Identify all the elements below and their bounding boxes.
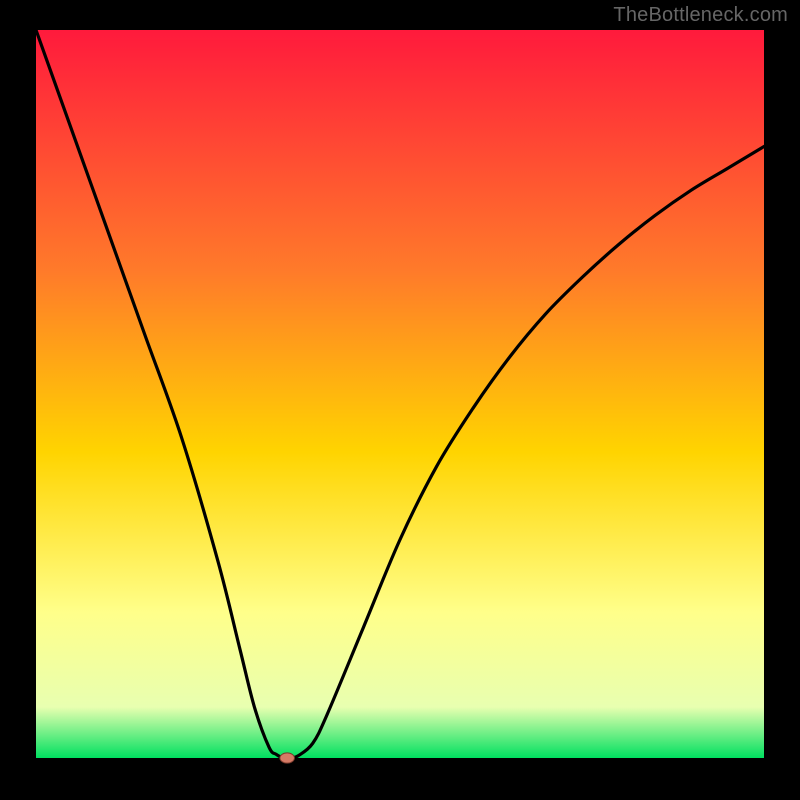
chart-svg xyxy=(0,0,800,800)
minimum-marker xyxy=(280,753,295,763)
plot-area xyxy=(36,30,764,758)
chart-container: { "watermark": "TheBottleneck.com", "col… xyxy=(0,0,800,800)
watermark: TheBottleneck.com xyxy=(613,4,788,27)
